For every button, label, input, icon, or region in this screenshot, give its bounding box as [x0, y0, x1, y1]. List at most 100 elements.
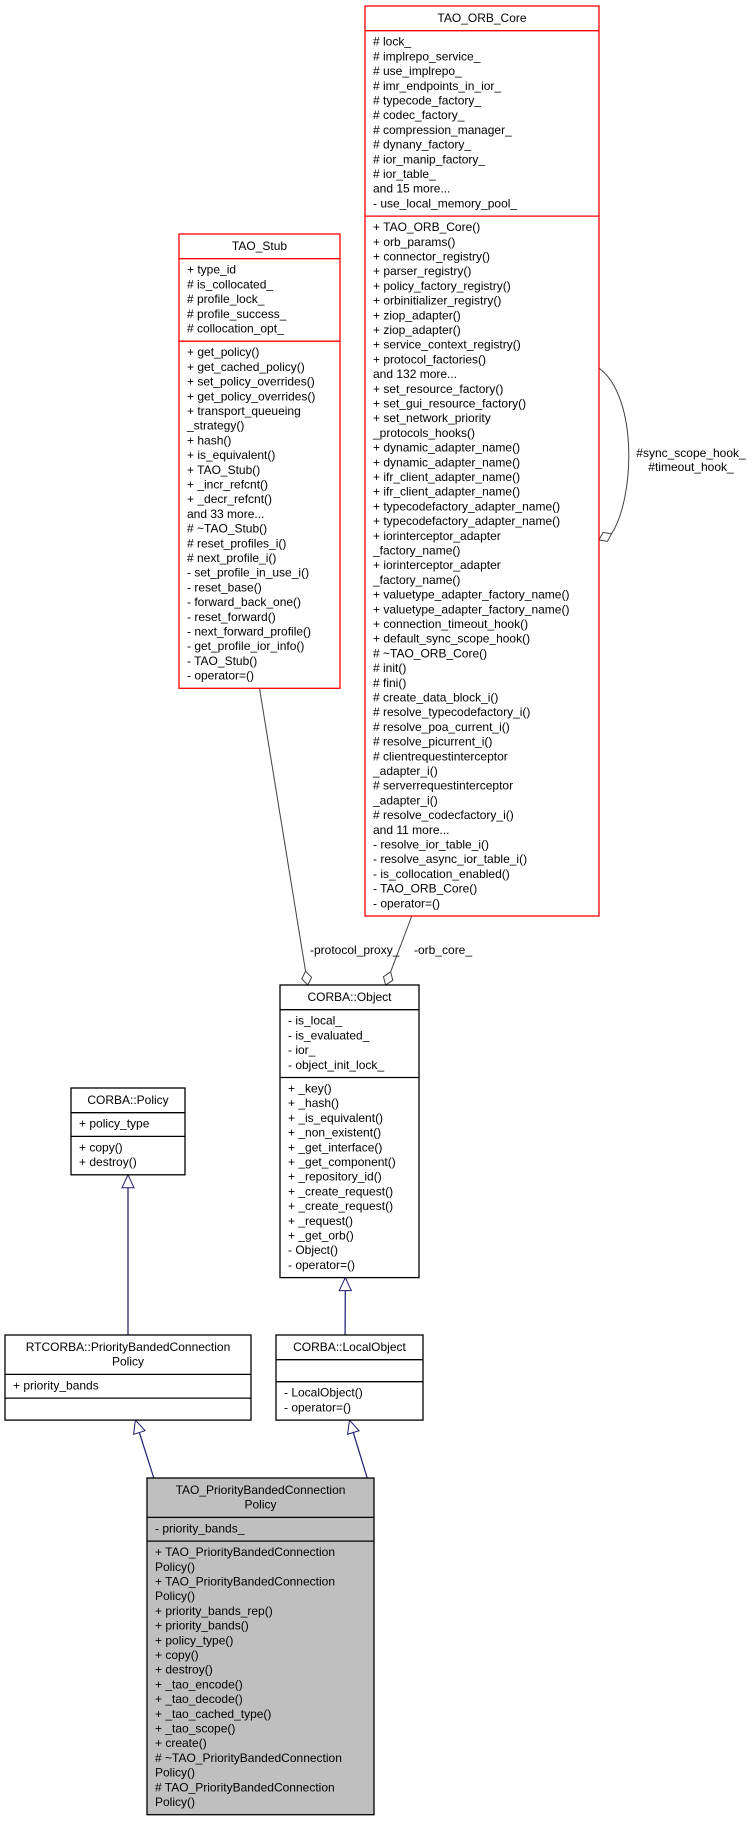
class-method: - operator=() [373, 896, 440, 910]
class-method: + destroy() [155, 1663, 213, 1677]
class-method: # serverrequestinterceptor [373, 779, 513, 793]
class-method: + _key() [288, 1082, 332, 1096]
class-method: + set_network_priority [373, 411, 491, 425]
class-attribute: # is_collocated_ [187, 277, 273, 291]
class-attribute: and 15 more... [373, 182, 450, 196]
class-method: Policy() [155, 1560, 195, 1574]
class-method: + policy_factory_registry() [373, 279, 511, 293]
edge-localobject-to-tao-line [352, 1432, 368, 1479]
class-method: + _get_orb() [288, 1229, 354, 1243]
class-method: + ziop_adapter() [373, 323, 461, 337]
self-composition-diamond [598, 531, 613, 542]
class-method: + _request() [288, 1214, 353, 1228]
class-attribute: - is_local_ [288, 1014, 342, 1028]
class-box-rtcorba-pbcp[interactable]: RTCORBA::PriorityBandedConnectionPolicy+… [4, 1334, 252, 1421]
edge-policy-to-rtcorba-arrowhead [121, 1173, 135, 1189]
class-method: + ifr_client_adapter_name() [373, 485, 520, 499]
edge-label: -protocol_proxy_ [310, 943, 400, 957]
class-box-tao-stub[interactable]: TAO_Stub+ type_id# is_collocated_# profi… [178, 233, 341, 689]
class-method: _strategy() [186, 419, 244, 433]
class-method: + parser_registry() [373, 264, 471, 278]
class-attribute: # compression_manager_ [373, 123, 512, 137]
class-method: + _create_request() [288, 1184, 393, 1198]
class-method: + service_context_registry() [373, 338, 521, 352]
edge-localobject-to-tao-arrowhead [346, 1418, 360, 1435]
class-method: + _tao_scope() [155, 1722, 235, 1736]
edge-orbcore-to-object-diamond [382, 971, 394, 986]
class-attribute: # codec_factory_ [373, 108, 465, 122]
class-method: + priority_bands() [155, 1619, 249, 1633]
class-method: - next_forward_profile() [187, 625, 311, 639]
class-method: + _hash() [288, 1096, 339, 1110]
class-method: - Object() [288, 1243, 338, 1257]
class-method: + set_gui_resource_factory() [373, 397, 526, 411]
class-method: + _is_equivalent() [288, 1111, 383, 1125]
edge-stub-to-object-line [259, 688, 307, 972]
class-attribute: # lock_ [373, 35, 411, 49]
class-method: - forward_back_one() [187, 595, 301, 609]
class-method: + TAO_PriorityBandedConnection [155, 1545, 335, 1559]
class-method: + protocol_factories() [373, 352, 486, 366]
edge-orbcore-self-line [598, 367, 630, 535]
class-attribute: # imr_endpoints_in_ior_ [373, 79, 501, 93]
class-method: - get_profile_ior_info() [187, 639, 304, 653]
class-method: + orb_params() [373, 235, 455, 249]
class-method: + _non_existent() [288, 1126, 381, 1140]
class-box-corba-localobject[interactable]: CORBA::LocalObject- LocalObject()- opera… [275, 1334, 424, 1421]
class-title: RTCORBA::PriorityBandedConnection [26, 1340, 231, 1354]
class-box-tao-pbcp[interactable]: TAO_PriorityBandedConnectionPolicy - prio… [146, 1477, 375, 1816]
class-method: + iorinterceptor_adapter [373, 529, 501, 543]
class-box-tao-orb-core[interactable]: TAO_ORB_Core# lock_# implrepo_service_# … [364, 5, 600, 917]
class-title: CORBA::Object [307, 990, 392, 1004]
class-method: - operator=() [284, 1400, 351, 1414]
class-method: # resolve_poa_current_i() [373, 720, 510, 734]
class-attribute: # use_implrepo_ [373, 64, 462, 78]
class-method: + copy() [79, 1140, 123, 1154]
class-method: + ziop_adapter() [373, 308, 461, 322]
collaboration-diagram: TAO_ORB_Core# lock_# implrepo_service_# … [4, 5, 746, 1816]
class-method: Policy() [155, 1589, 195, 1603]
class-method: _factory_name() [372, 544, 460, 558]
class-method: # reset_profiles_i() [187, 536, 286, 550]
edge-object-to-localobject-arrowhead [338, 1276, 353, 1292]
class-method: + TAO_PriorityBandedConnection [155, 1575, 335, 1589]
class-method: + set_resource_factory() [373, 382, 503, 396]
edge-rtcorba-to-tao-line [138, 1432, 155, 1479]
class-method: - resolve_async_ior_table_i() [373, 852, 527, 866]
class-title: Policy [244, 1498, 276, 1512]
class-method: - TAO_ORB_Core() [373, 882, 477, 896]
class-method: + valuetype_adapter_factory_name() [373, 602, 569, 616]
class-method: # resolve_picurrent_i() [373, 735, 492, 749]
class-method: # resolve_typecodefactory_i() [373, 705, 530, 719]
class-method: - operator=() [288, 1258, 355, 1272]
class-method: + hash() [187, 433, 231, 447]
class-attribute: # ior_manip_factory_ [373, 152, 485, 166]
class-method: + priority_bands_rep() [155, 1604, 273, 1618]
class-title: Policy [112, 1355, 144, 1369]
class-title: CORBA::LocalObject [293, 1340, 406, 1354]
class-attribute: - object_init_lock_ [288, 1058, 384, 1072]
class-method: # fini() [373, 676, 406, 690]
class-method: - TAO_Stub() [187, 654, 257, 668]
class-attribute: - priority_bands_ [155, 1521, 245, 1535]
class-box-corba-object[interactable]: CORBA::Object- is_local_- is_evaluated_-… [279, 984, 420, 1279]
class-method: Policy() [155, 1795, 195, 1809]
class-method: + _create_request() [288, 1199, 393, 1213]
class-method: - is_collocation_enabled() [373, 867, 510, 881]
class-method: + copy() [155, 1648, 199, 1662]
class-attribute: # profile_success_ [187, 307, 287, 321]
class-box-corba-policy[interactable]: CORBA::Policy+ policy_type+ copy()+ dest… [70, 1087, 186, 1176]
class-method: + _get_component() [288, 1155, 396, 1169]
edge-label: #sync_scope_hook_ [636, 446, 746, 460]
class-method: - reset_forward() [187, 610, 276, 624]
class-attribute: - ior_ [288, 1043, 316, 1057]
class-method: + connection_timeout_hook() [373, 617, 528, 631]
class-method: + TAO_Stub() [187, 463, 260, 477]
class-method: # ~TAO_Stub() [187, 522, 267, 536]
class-method: + get_policy() [187, 345, 259, 359]
edge-label: -orb_core_ [414, 943, 472, 957]
class-method: + _get_interface() [288, 1140, 382, 1154]
class-method: + is_equivalent() [187, 448, 275, 462]
class-attribute: - is_evaluated_ [288, 1028, 370, 1042]
class-method: + _incr_refcnt() [187, 478, 268, 492]
